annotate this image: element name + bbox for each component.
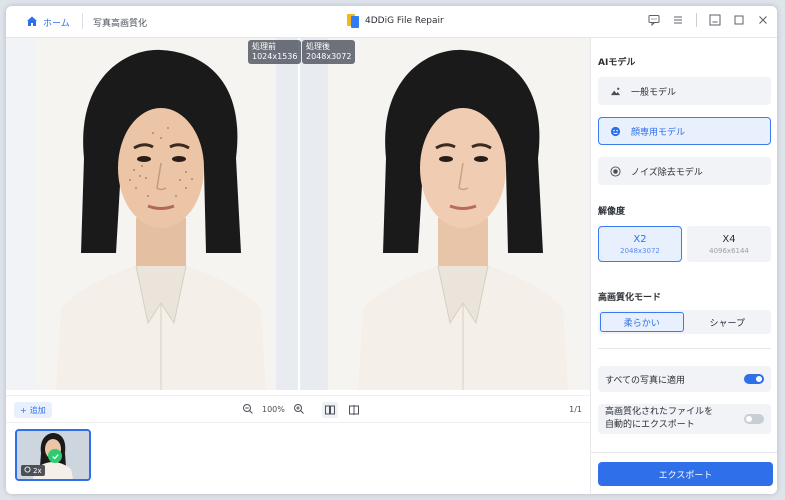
after-photo [328, 38, 590, 390]
resolution-x4-size: 4096x6144 [709, 246, 749, 255]
plus-icon: + [20, 405, 27, 415]
breadcrumb: 写真高画質化 [93, 19, 148, 29]
check-icon [48, 449, 62, 463]
auto-export-toggle[interactable] [744, 414, 764, 424]
ai-model-title: AIモデル [598, 58, 636, 68]
scale-badge: 2x [21, 465, 45, 476]
thumbnail-item[interactable]: 2x [15, 429, 91, 481]
page-count: 1/1 [569, 405, 582, 414]
zoom-in-icon[interactable] [293, 403, 305, 415]
denoise-icon [609, 165, 621, 177]
home-label: ホーム [43, 19, 70, 29]
breadcrumb-divider [82, 13, 83, 29]
window-controls [648, 13, 769, 27]
feedback-icon[interactable] [648, 14, 660, 26]
app-window: ホーム 写真高画質化 4DDiG File Repair 処理前 1024x15… [6, 6, 777, 494]
after-size: 2048x3072 [306, 52, 352, 61]
app-logo-icon [347, 14, 359, 28]
before-photo [36, 38, 276, 390]
apply-all-row: すべての写真に適用 [598, 366, 771, 392]
add-label: 追加 [29, 405, 46, 415]
after-label: 処理後 [306, 42, 330, 51]
resolution-x2-size: 2048x3072 [620, 246, 660, 255]
auto-export-label-line1: 高画質化されたファイルを [605, 407, 714, 417]
face-icon [24, 466, 31, 475]
landscape-icon [609, 85, 621, 97]
scale-badge-text: 2x [33, 466, 42, 475]
controls-divider [696, 13, 697, 27]
panel-bottom-divider [591, 452, 777, 453]
apply-all-toggle[interactable] [744, 374, 764, 384]
app-title-text: 4DDiG File Repair [365, 16, 444, 26]
model-denoise-label: ノイズ除去モデル [631, 167, 703, 178]
model-face-button[interactable]: 顔専用モデル [598, 117, 771, 145]
zoom-out-icon[interactable] [242, 403, 254, 415]
add-button[interactable]: + 追加 [14, 402, 52, 418]
panel-divider [598, 348, 771, 349]
preview-toolbar: + 追加 100% 1/1 [6, 395, 590, 423]
zoom-value: 100% [262, 404, 285, 414]
before-size: 1024x1536 [252, 52, 298, 61]
export-button[interactable]: エクスポート [598, 462, 773, 486]
model-face-label: 顔専用モデル [631, 127, 686, 138]
model-general-label: 一般モデル [631, 87, 677, 98]
auto-export-label-line2: 自動的にエクスポート [605, 420, 695, 430]
auto-export-row: 高画質化されたファイルを 自動的にエクスポート [598, 404, 771, 434]
side-by-side-view-icon[interactable] [322, 402, 338, 418]
preview-gap [276, 38, 328, 390]
apply-all-label: すべての写真に適用 [605, 375, 686, 386]
face-icon [609, 125, 621, 137]
before-label: 処理前 [252, 42, 276, 51]
preview-area: 処理前 1024x1536 処理後 2048x3072 [6, 38, 590, 390]
before-tag: 処理前 1024x1536 [248, 40, 302, 64]
split-view-icon[interactable] [346, 402, 362, 418]
model-general-button[interactable]: 一般モデル [598, 77, 771, 105]
resolution-title: 解像度 [598, 207, 626, 217]
resolution-x2-scale: X2 [633, 233, 647, 245]
after-tag: 処理後 2048x3072 [302, 40, 356, 64]
menu-icon[interactable] [672, 14, 684, 26]
resolution-x2-button[interactable]: X2 2048x3072 [598, 226, 682, 262]
thumbnail-strip: 2x [6, 423, 590, 494]
compare-divider[interactable] [298, 38, 300, 390]
view-mode-buttons [322, 402, 362, 418]
zoom-controls: 100% [242, 403, 305, 415]
app-title: 4DDiG File Repair [347, 14, 444, 28]
maximize-icon[interactable] [733, 14, 745, 26]
mode-soft-option[interactable]: 柔らかい [600, 312, 684, 332]
model-denoise-button[interactable]: ノイズ除去モデル [598, 157, 771, 185]
settings-panel: AIモデル 一般モデル 顔専用モデル ノイズ除去モデル 解像度 X2 2048x… [590, 38, 777, 494]
mode-segmented-control: 柔らかい シャープ [598, 310, 771, 334]
minimize-icon[interactable] [709, 14, 721, 26]
mode-sharp-option[interactable]: シャープ [686, 312, 770, 332]
close-icon[interactable] [757, 14, 769, 26]
resolution-x4-scale: X4 [722, 233, 736, 245]
mode-title: 高画質化モード [598, 293, 662, 303]
home-link[interactable]: ホーム [26, 15, 70, 30]
home-icon [26, 15, 38, 30]
resolution-x4-button[interactable]: X4 4096x6144 [687, 226, 771, 262]
title-bar: ホーム 写真高画質化 4DDiG File Repair [6, 6, 777, 38]
